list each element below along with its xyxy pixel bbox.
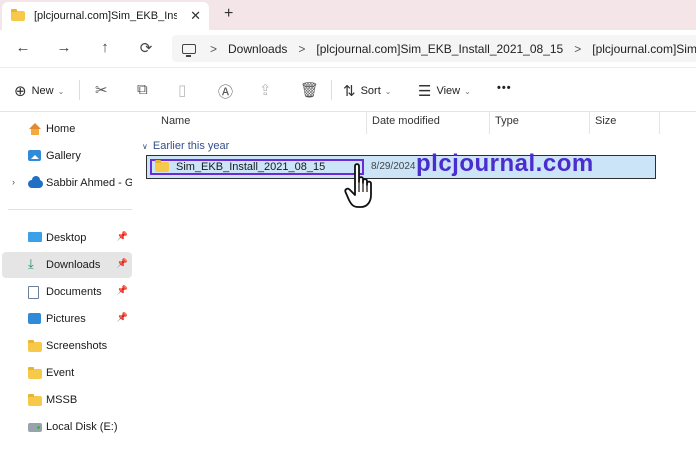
delete-icon[interactable]: 🗑 [300, 81, 319, 99]
pin-icon[interactable]: 📌 [117, 258, 128, 269]
folder-icon [28, 340, 42, 352]
sidebar-item-label: Desktop [46, 232, 87, 244]
tab-active[interactable]: [plcjournal.com]Sim_EKB_Insta ✕ [2, 2, 209, 30]
new-label: New [31, 85, 54, 97]
sidebar-item-documents[interactable]: Documents 📌 [2, 279, 132, 305]
view-button[interactable]: ☰ View ⌄ [418, 82, 471, 100]
command-bar: ⊕ New ⌄ ✂ ⧉ ▯ Ⓐ ⇪ 🗑 ⇅ Sort ⌄ ☰ View ⌄ ••… [0, 67, 696, 112]
tab-bar: [plcjournal.com]Sim_EKB_Insta ✕ + [0, 0, 696, 30]
up-arrow-icon[interactable]: ↑ [95, 39, 115, 56]
sidebar-item-onedrive[interactable]: › Sabbir Ahmed - Glo [2, 170, 132, 196]
sidebar-item-desktop[interactable]: Desktop 📌 [2, 225, 132, 251]
sidebar-item-label: Event [46, 367, 75, 379]
documents-icon [28, 286, 39, 299]
sidebar-item-downloads[interactable]: ⤓ Downloads 📌 [2, 252, 132, 278]
column-header-size[interactable]: Size [590, 112, 660, 134]
sidebar-item-label: Screenshots [46, 340, 108, 352]
chevron-down-icon: ⌄ [464, 86, 471, 96]
new-button[interactable]: ⊕ New ⌄ [14, 82, 64, 100]
folder-icon [11, 9, 25, 21]
breadcrumb-sim-subfolder[interactable]: [plcjournal.com]Sim [592, 42, 696, 56]
sidebar-item-event[interactable]: Event [2, 360, 132, 386]
column-header-name[interactable]: Name [156, 112, 367, 134]
more-options-button[interactable]: ••• [497, 82, 512, 94]
column-header-type[interactable]: Type [490, 112, 590, 134]
hand-cursor-icon [344, 163, 372, 208]
new-tab-button[interactable]: + [224, 5, 233, 23]
group-title: Earlier this year [152, 140, 230, 152]
address-bar[interactable]: > Downloads > [plcjournal.com]Sim_EKB_In… [172, 35, 696, 62]
sidebar-item-local-disk[interactable]: Local Disk (E:) [2, 414, 132, 440]
folder-icon [28, 394, 42, 406]
tab-title: [plcjournal.com]Sim_EKB_Insta [34, 10, 177, 22]
file-name-cell[interactable]: Sim_EKB_Install_2021_08_15 [150, 159, 364, 175]
sidebar-item-mssb[interactable]: MSSB [2, 387, 132, 413]
folder-icon [28, 367, 42, 379]
refresh-icon[interactable]: ⟳ [136, 39, 156, 57]
download-icon: ⤓ [28, 256, 34, 271]
copy-icon[interactable]: ⧉ [137, 81, 148, 98]
cut-icon[interactable]: ✂ [95, 81, 108, 99]
pin-icon[interactable]: 📌 [117, 231, 128, 242]
breadcrumb-downloads[interactable]: Downloads [228, 42, 287, 56]
group-header[interactable]: ∨ Earlier this year [142, 140, 229, 152]
paste-icon[interactable]: ▯ [178, 81, 186, 99]
disk-icon [28, 423, 42, 432]
sidebar-item-label: Pictures [46, 313, 86, 325]
chevron-down-icon: ⌄ [57, 86, 65, 96]
forward-arrow-icon[interactable]: → [54, 39, 74, 56]
column-header-date-modified[interactable]: Date modified [367, 112, 490, 134]
back-arrow-icon[interactable]: ← [13, 39, 33, 56]
sidebar-item-gallery[interactable]: Gallery [2, 143, 132, 169]
sidebar-item-screenshots[interactable]: Screenshots [2, 333, 132, 359]
sidebar-item-label: Gallery [46, 150, 81, 162]
toolbar-divider [79, 80, 80, 100]
sidebar-item-label: Home [46, 123, 76, 135]
home-icon [28, 123, 42, 135]
sidebar-item-home[interactable]: Home [2, 116, 132, 142]
gallery-icon [28, 150, 41, 161]
sidebar-item-label: Downloads [46, 259, 101, 271]
plus-circle-icon: ⊕ [14, 83, 27, 100]
navigation-pane: Home Gallery › Sabbir Ahmed - Glo Deskto… [0, 112, 134, 459]
file-name: Sim_EKB_Install_2021_08_15 [176, 161, 326, 173]
chevron-down-icon: ⌄ [384, 86, 392, 96]
sidebar-item-pictures[interactable]: Pictures 📌 [2, 306, 132, 332]
sidebar-divider [8, 209, 132, 210]
tab-close-icon[interactable]: ✕ [190, 8, 201, 24]
sidebar-item-label: MSSB [46, 394, 78, 406]
desktop-icon [28, 232, 42, 242]
monitor-icon[interactable] [182, 43, 196, 57]
chevron-right-icon[interactable]: › [12, 177, 15, 187]
breadcrumb-separator[interactable]: > [298, 42, 305, 56]
pin-icon[interactable]: 📌 [117, 312, 128, 323]
rename-icon[interactable]: Ⓐ [218, 81, 233, 102]
watermark-text: plcjournal.com [416, 150, 594, 177]
pictures-icon [28, 313, 41, 324]
sidebar-item-label: Documents [46, 286, 102, 298]
breadcrumb-sim-folder[interactable]: [plcjournal.com]Sim_EKB_Install_2021_08_… [316, 42, 563, 56]
toolbar-divider [331, 80, 332, 100]
cloud-icon [28, 176, 43, 188]
pin-icon[interactable]: 📌 [117, 285, 128, 296]
address-bar-row: ← → ↑ ⟳ > Downloads > [plcjournal.com]Si… [0, 30, 696, 67]
view-label: View [436, 85, 461, 97]
breadcrumb-separator[interactable]: > [574, 42, 581, 56]
share-icon[interactable]: ⇪ [259, 81, 272, 99]
sort-icon: ⇅ [343, 83, 356, 100]
sort-label: Sort [360, 85, 381, 97]
breadcrumb-separator[interactable]: > [210, 42, 217, 56]
sidebar-item-label: Sabbir Ahmed - Glo [46, 177, 132, 189]
folder-icon [155, 160, 169, 172]
sort-button[interactable]: ⇅ Sort ⌄ [343, 82, 391, 100]
chevron-down-icon: ∨ [142, 142, 148, 151]
file-list: Name Date modified Type Size ∨ Earlier th… [134, 112, 696, 459]
sidebar-item-label: Local Disk (E:) [46, 421, 118, 433]
view-icon: ☰ [418, 83, 432, 100]
